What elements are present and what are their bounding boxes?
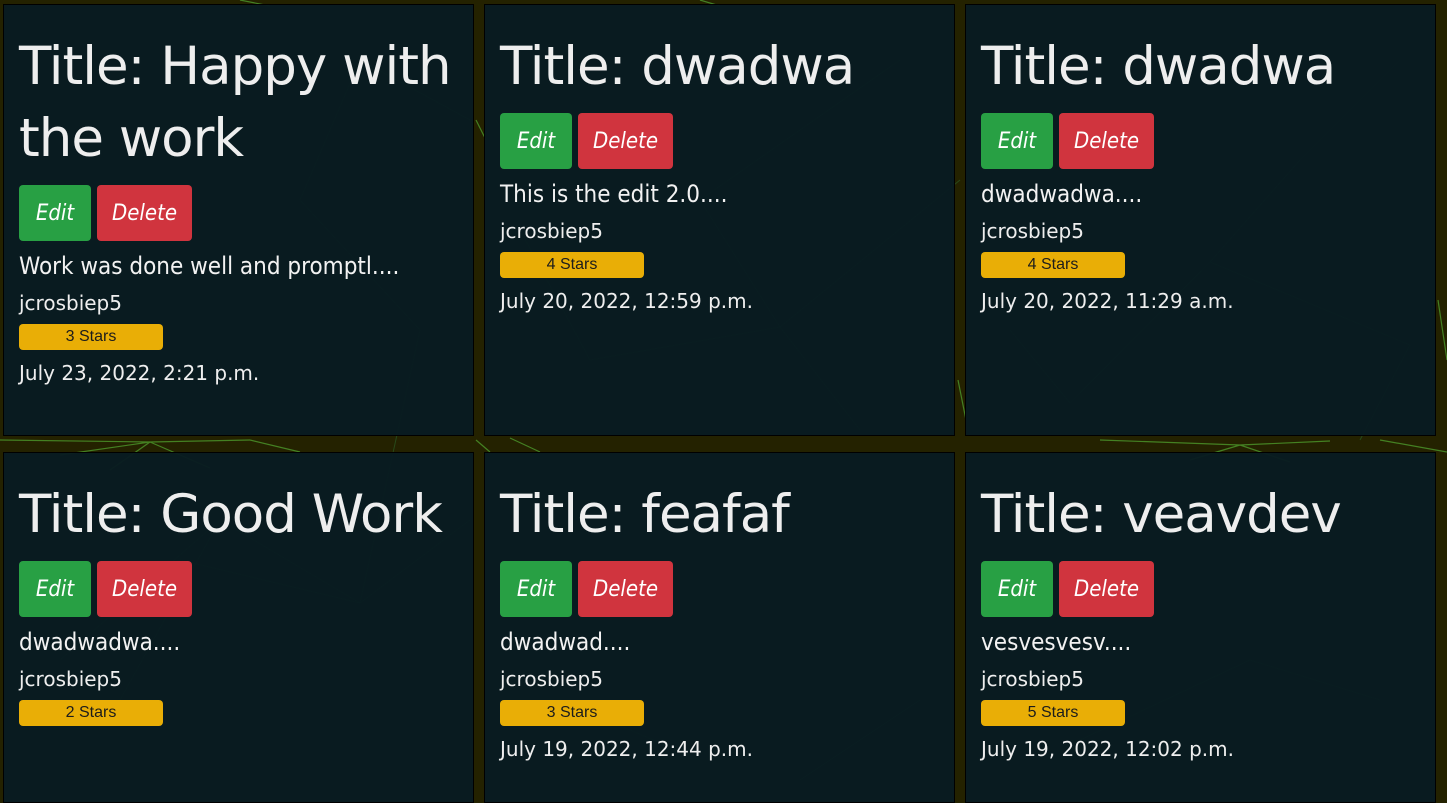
delete-button[interactable]: Delete <box>1059 561 1154 617</box>
review-text: dwadwadwa.... <box>19 628 181 656</box>
review-actions: Edit Delete <box>19 185 458 241</box>
review-author: jcrosbiep5 <box>500 667 603 691</box>
stars-badge: 3 Stars <box>19 324 163 350</box>
review-text: This is the edit 2.0.... <box>500 180 728 208</box>
review-date: July 19, 2022, 12:44 p.m. <box>500 737 753 761</box>
edit-button[interactable]: Edit <box>500 113 572 169</box>
delete-button[interactable]: Delete <box>97 185 192 241</box>
review-card-grid: Title: Happy with the work Edit Delete W… <box>0 0 1447 803</box>
stars-badge: 3 Stars <box>500 700 644 726</box>
review-card: Title: Good Work Edit Delete dwadwadwa..… <box>3 452 474 803</box>
edit-button[interactable]: Edit <box>981 113 1053 169</box>
review-author: jcrosbiep5 <box>981 219 1084 243</box>
review-author: jcrosbiep5 <box>981 667 1084 691</box>
review-author: jcrosbiep5 <box>19 667 122 691</box>
review-date: July 23, 2022, 2:21 p.m. <box>19 361 260 385</box>
review-title: Title: Happy with the work <box>19 36 452 169</box>
review-title: Title: Good Work <box>19 484 443 545</box>
stars-badge: 5 Stars <box>981 700 1125 726</box>
review-title: Title: dwadwa <box>500 36 855 97</box>
delete-button[interactable]: Delete <box>97 561 192 617</box>
review-card: Title: dwadwa Edit Delete This is the ed… <box>484 4 955 436</box>
edit-button[interactable]: Edit <box>19 561 91 617</box>
review-text: dwadwadwa.... <box>981 180 1143 208</box>
delete-button[interactable]: Delete <box>578 113 673 169</box>
delete-button[interactable]: Delete <box>1059 113 1154 169</box>
review-title: Title: veavdev <box>981 484 1342 545</box>
review-date: July 19, 2022, 12:02 p.m. <box>981 737 1234 761</box>
review-text: Work was done well and promptl.... <box>19 252 400 280</box>
edit-button[interactable]: Edit <box>500 561 572 617</box>
review-author: jcrosbiep5 <box>19 291 122 315</box>
delete-button[interactable]: Delete <box>578 561 673 617</box>
review-author: jcrosbiep5 <box>500 219 603 243</box>
edit-button[interactable]: Edit <box>19 185 91 241</box>
stars-badge: 4 Stars <box>500 252 644 278</box>
stars-badge: 2 Stars <box>19 700 163 726</box>
review-card: Title: veavdev Edit Delete vesvesvesv...… <box>965 452 1436 803</box>
stars-badge: 4 Stars <box>981 252 1125 278</box>
review-actions: Edit Delete <box>500 561 939 617</box>
review-text: vesvesvesv.... <box>981 628 1132 656</box>
review-title: Title: feafaf <box>500 484 790 545</box>
review-actions: Edit Delete <box>981 113 1420 169</box>
review-card: Title: Happy with the work Edit Delete W… <box>3 4 474 436</box>
review-actions: Edit Delete <box>19 561 458 617</box>
review-date: July 20, 2022, 11:29 a.m. <box>981 289 1234 313</box>
review-title: Title: dwadwa <box>981 36 1336 97</box>
review-card: Title: dwadwa Edit Delete dwadwadwa.... … <box>965 4 1436 436</box>
edit-button[interactable]: Edit <box>981 561 1053 617</box>
review-date: July 20, 2022, 12:59 p.m. <box>500 289 753 313</box>
review-card: Title: feafaf Edit Delete dwadwad.... jc… <box>484 452 955 803</box>
review-actions: Edit Delete <box>981 561 1420 617</box>
review-text: dwadwad.... <box>500 628 631 656</box>
review-actions: Edit Delete <box>500 113 939 169</box>
